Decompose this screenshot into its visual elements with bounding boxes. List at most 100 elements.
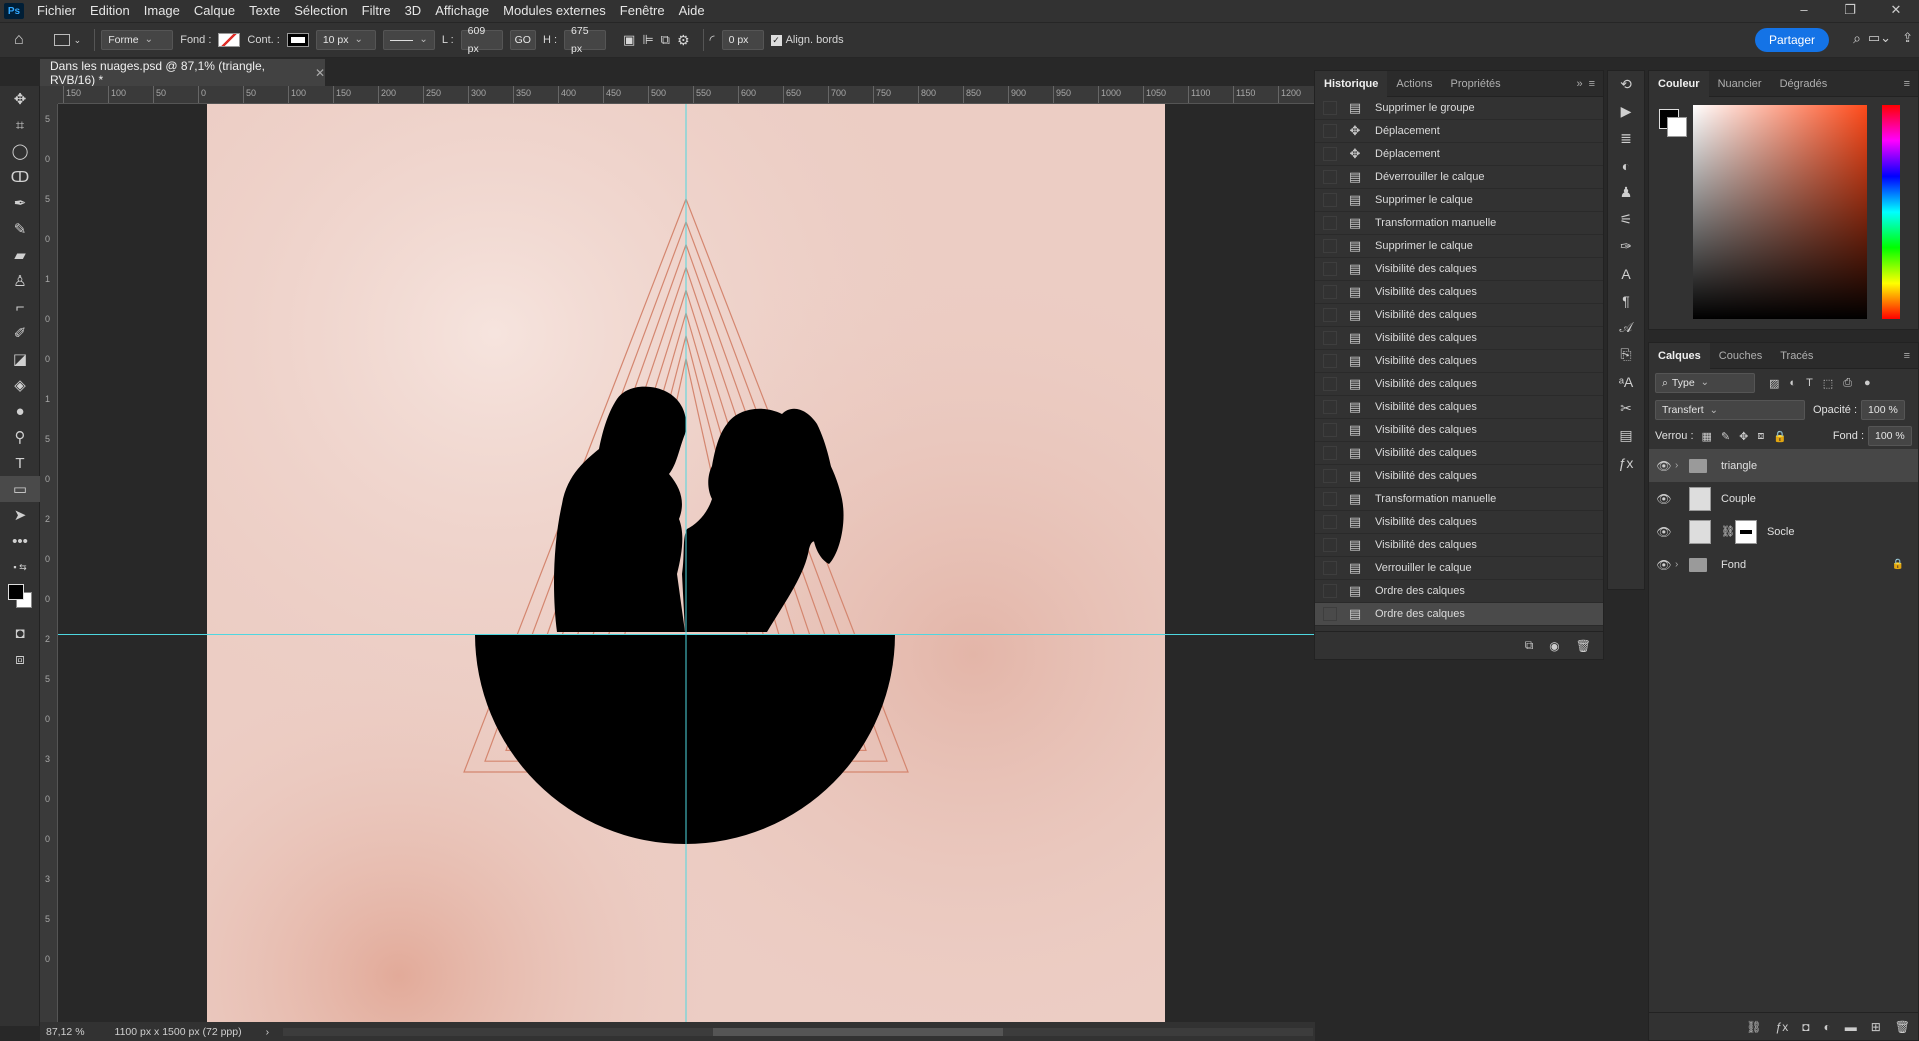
history-snapshot-checkbox[interactable] <box>1323 584 1337 598</box>
opacity-input[interactable]: 100 % <box>1861 400 1906 420</box>
filter-pixel-icon[interactable]: ▨ <box>1769 377 1779 390</box>
restore-icon[interactable]: ❐ <box>1827 0 1873 22</box>
share-export-icon[interactable]: ⇪ <box>1902 30 1913 46</box>
collapse-icon[interactable]: » <box>1576 78 1582 90</box>
stroke-type-select[interactable] <box>382 30 435 50</box>
history-snapshot-checkbox[interactable] <box>1323 354 1337 368</box>
history-snapshot-checkbox[interactable] <box>1323 515 1337 529</box>
layer-row[interactable]: 👁 › Fond 🔒 <box>1649 548 1918 581</box>
history-item[interactable]: ▤ Visibilité des calques <box>1315 350 1603 373</box>
layer-mask-thumbnail[interactable] <box>1734 519 1757 544</box>
history-snapshot-checkbox[interactable] <box>1323 124 1337 138</box>
history-snapshot-checkbox[interactable] <box>1323 285 1337 299</box>
history-snapshot-checkbox[interactable] <box>1323 469 1337 483</box>
fx-icon[interactable]: ƒx <box>1776 1020 1789 1034</box>
brush-tool-icon[interactable]: ✐ <box>0 320 40 346</box>
history-item[interactable]: ▤ Supprimer le groupe <box>1315 97 1603 120</box>
filter-adjustment-icon[interactable]: ◐ <box>1789 377 1796 389</box>
lock-pixels-icon[interactable]: ✎ <box>1721 430 1730 443</box>
vertical-ruler[interactable]: 5 0 5 0 1 0 0 1 5 0 2 0 0 2 5 0 3 0 0 3 5 0 <box>40 104 58 1022</box>
history-snapshot-checkbox[interactable] <box>1323 170 1337 184</box>
history-item[interactable]: ✥ Déplacement <box>1315 120 1603 143</box>
tools-icon[interactable]: ✂ <box>1608 395 1644 422</box>
history-item[interactable]: ▤ Verrouiller le calque <box>1315 557 1603 580</box>
healing-brush-tool-icon[interactable]: ▰ <box>0 242 40 268</box>
history-item[interactable]: ▤ Visibilité des calques <box>1315 534 1603 557</box>
history-item[interactable]: ▤ Visibilité des calques <box>1315 419 1603 442</box>
stamp-tool-icon[interactable]: ♙ <box>0 268 40 294</box>
paragraph-icon[interactable]: ¶ <box>1608 287 1644 314</box>
eye-icon[interactable]: 👁 <box>1653 492 1675 506</box>
eye-icon[interactable]: 👁 <box>1653 558 1675 572</box>
history-item[interactable]: ▤ Ordre des calques <box>1315 580 1603 603</box>
stamp-icon[interactable]: ♟ <box>1608 179 1644 206</box>
lock-artboard-icon[interactable]: ⧈ <box>1757 430 1764 443</box>
rectangle-tool-icon[interactable]: ▭ <box>0 476 40 502</box>
history-item[interactable]: ▤ Transformation manuelle <box>1315 488 1603 511</box>
tab-historique[interactable]: Historique <box>1315 70 1388 97</box>
eye-icon[interactable]: 👁 <box>1653 525 1675 539</box>
tool-preset-picker[interactable]: ⌄ <box>53 34 81 46</box>
chevron-right-icon[interactable]: › <box>1675 559 1689 570</box>
camera-icon[interactable]: ◉ <box>1549 639 1559 653</box>
history-snapshot-checkbox[interactable] <box>1323 331 1337 345</box>
path-selection-tool-icon[interactable]: ➤ <box>0 502 40 528</box>
history-item[interactable]: ▤ Transformation manuelle <box>1315 212 1603 235</box>
actions-play-icon[interactable]: ▶ <box>1608 98 1644 125</box>
history-item[interactable]: ▤ Visibilité des calques <box>1315 511 1603 534</box>
background-color-swatch[interactable] <box>1667 117 1687 137</box>
blur-tool-icon[interactable]: ● <box>0 398 40 424</box>
history-snapshot-checkbox[interactable] <box>1323 492 1337 506</box>
lock-position-icon[interactable]: ✥ <box>1739 430 1748 443</box>
zoom-level[interactable]: 87,12 % <box>46 1026 85 1038</box>
clone-source-icon[interactable]: ⎘ <box>1608 341 1644 368</box>
menu-item[interactable]: 3D <box>398 0 429 22</box>
history-item[interactable]: ▤ Déverrouiller le calque <box>1315 166 1603 189</box>
document-canvas[interactable] <box>207 104 1165 1022</box>
tab-proprietes[interactable]: Propriétés <box>1441 71 1509 97</box>
lock-all-icon[interactable]: 🔒 <box>1773 430 1787 443</box>
tab-calques[interactable]: Calques <box>1649 342 1710 369</box>
history-snapshot-checkbox[interactable] <box>1323 423 1337 437</box>
blend-mode-select[interactable]: Transfert <box>1655 400 1805 420</box>
layer-row[interactable]: 👁 Couple <box>1649 482 1918 515</box>
history-snapshot-checkbox[interactable] <box>1323 607 1337 621</box>
menu-item[interactable]: Sélection <box>287 0 354 22</box>
glyphs-icon[interactable]: 𝒜 <box>1608 314 1644 341</box>
filter-toggle-icon[interactable]: ● <box>1864 377 1871 389</box>
corner-radius-input[interactable]: 0 px <box>721 30 764 50</box>
shape-mode-select[interactable]: Forme <box>101 30 174 50</box>
adjustments-icon[interactable]: ◐ <box>1608 152 1644 179</box>
path-arrangement-icon[interactable]: ⧉ <box>661 32 670 48</box>
filter-smart-object-icon[interactable]: ⎙ <box>1843 377 1852 390</box>
crop-tool-icon[interactable]: ⌗ <box>0 112 40 138</box>
layer-name[interactable]: triangle <box>1721 460 1757 472</box>
eyedropper-tool-icon[interactable]: ⌐ <box>0 294 40 320</box>
chain-link-icon[interactable]: ⛓ <box>1721 525 1735 538</box>
trash-icon[interactable]: 🗑 <box>1895 1020 1910 1034</box>
new-document-from-state-icon[interactable]: ⧉ <box>1525 638 1534 653</box>
quick-selection-tool-icon[interactable]: ✎ <box>0 216 40 242</box>
history-item[interactable]: ▤ Visibilité des calques <box>1315 465 1603 488</box>
menu-item[interactable]: Image <box>137 0 187 22</box>
type-tool-icon[interactable]: T <box>0 450 40 476</box>
marquee-tool-icon[interactable]: ◯ <box>0 138 40 164</box>
horizontal-ruler[interactable]: 150 100 50 0 50 100 150 200 250 300 350 400 450 500 55… <box>58 86 1315 104</box>
history-item[interactable]: ▤ Visibilité des calques <box>1315 373 1603 396</box>
brush-icon[interactable]: ✑ <box>1608 233 1644 260</box>
layer-name[interactable]: Couple <box>1721 493 1756 505</box>
tab-nuancier[interactable]: Nuancier <box>1709 71 1771 97</box>
path-operations-icon[interactable]: ▣ <box>623 32 635 48</box>
history-item[interactable]: ✥ Déplacement <box>1315 143 1603 166</box>
brush-settings-icon[interactable]: ⚟ <box>1608 206 1644 233</box>
history-snapshot-checkbox[interactable] <box>1323 561 1337 575</box>
stroke-swatch[interactable] <box>286 33 309 47</box>
history-snapshot-checkbox[interactable] <box>1323 446 1337 460</box>
color-picker-field[interactable] <box>1693 105 1867 319</box>
add-mask-icon[interactable]: ◘ <box>1802 1020 1809 1034</box>
layer-name[interactable]: Socle <box>1767 526 1795 538</box>
fill-input[interactable]: 100 % <box>1868 426 1912 446</box>
history-item[interactable]: ▤ Visibilité des calques <box>1315 304 1603 327</box>
properties-sliders-icon[interactable]: ≣ <box>1608 125 1644 152</box>
chevron-right-icon[interactable]: › <box>1675 460 1689 471</box>
